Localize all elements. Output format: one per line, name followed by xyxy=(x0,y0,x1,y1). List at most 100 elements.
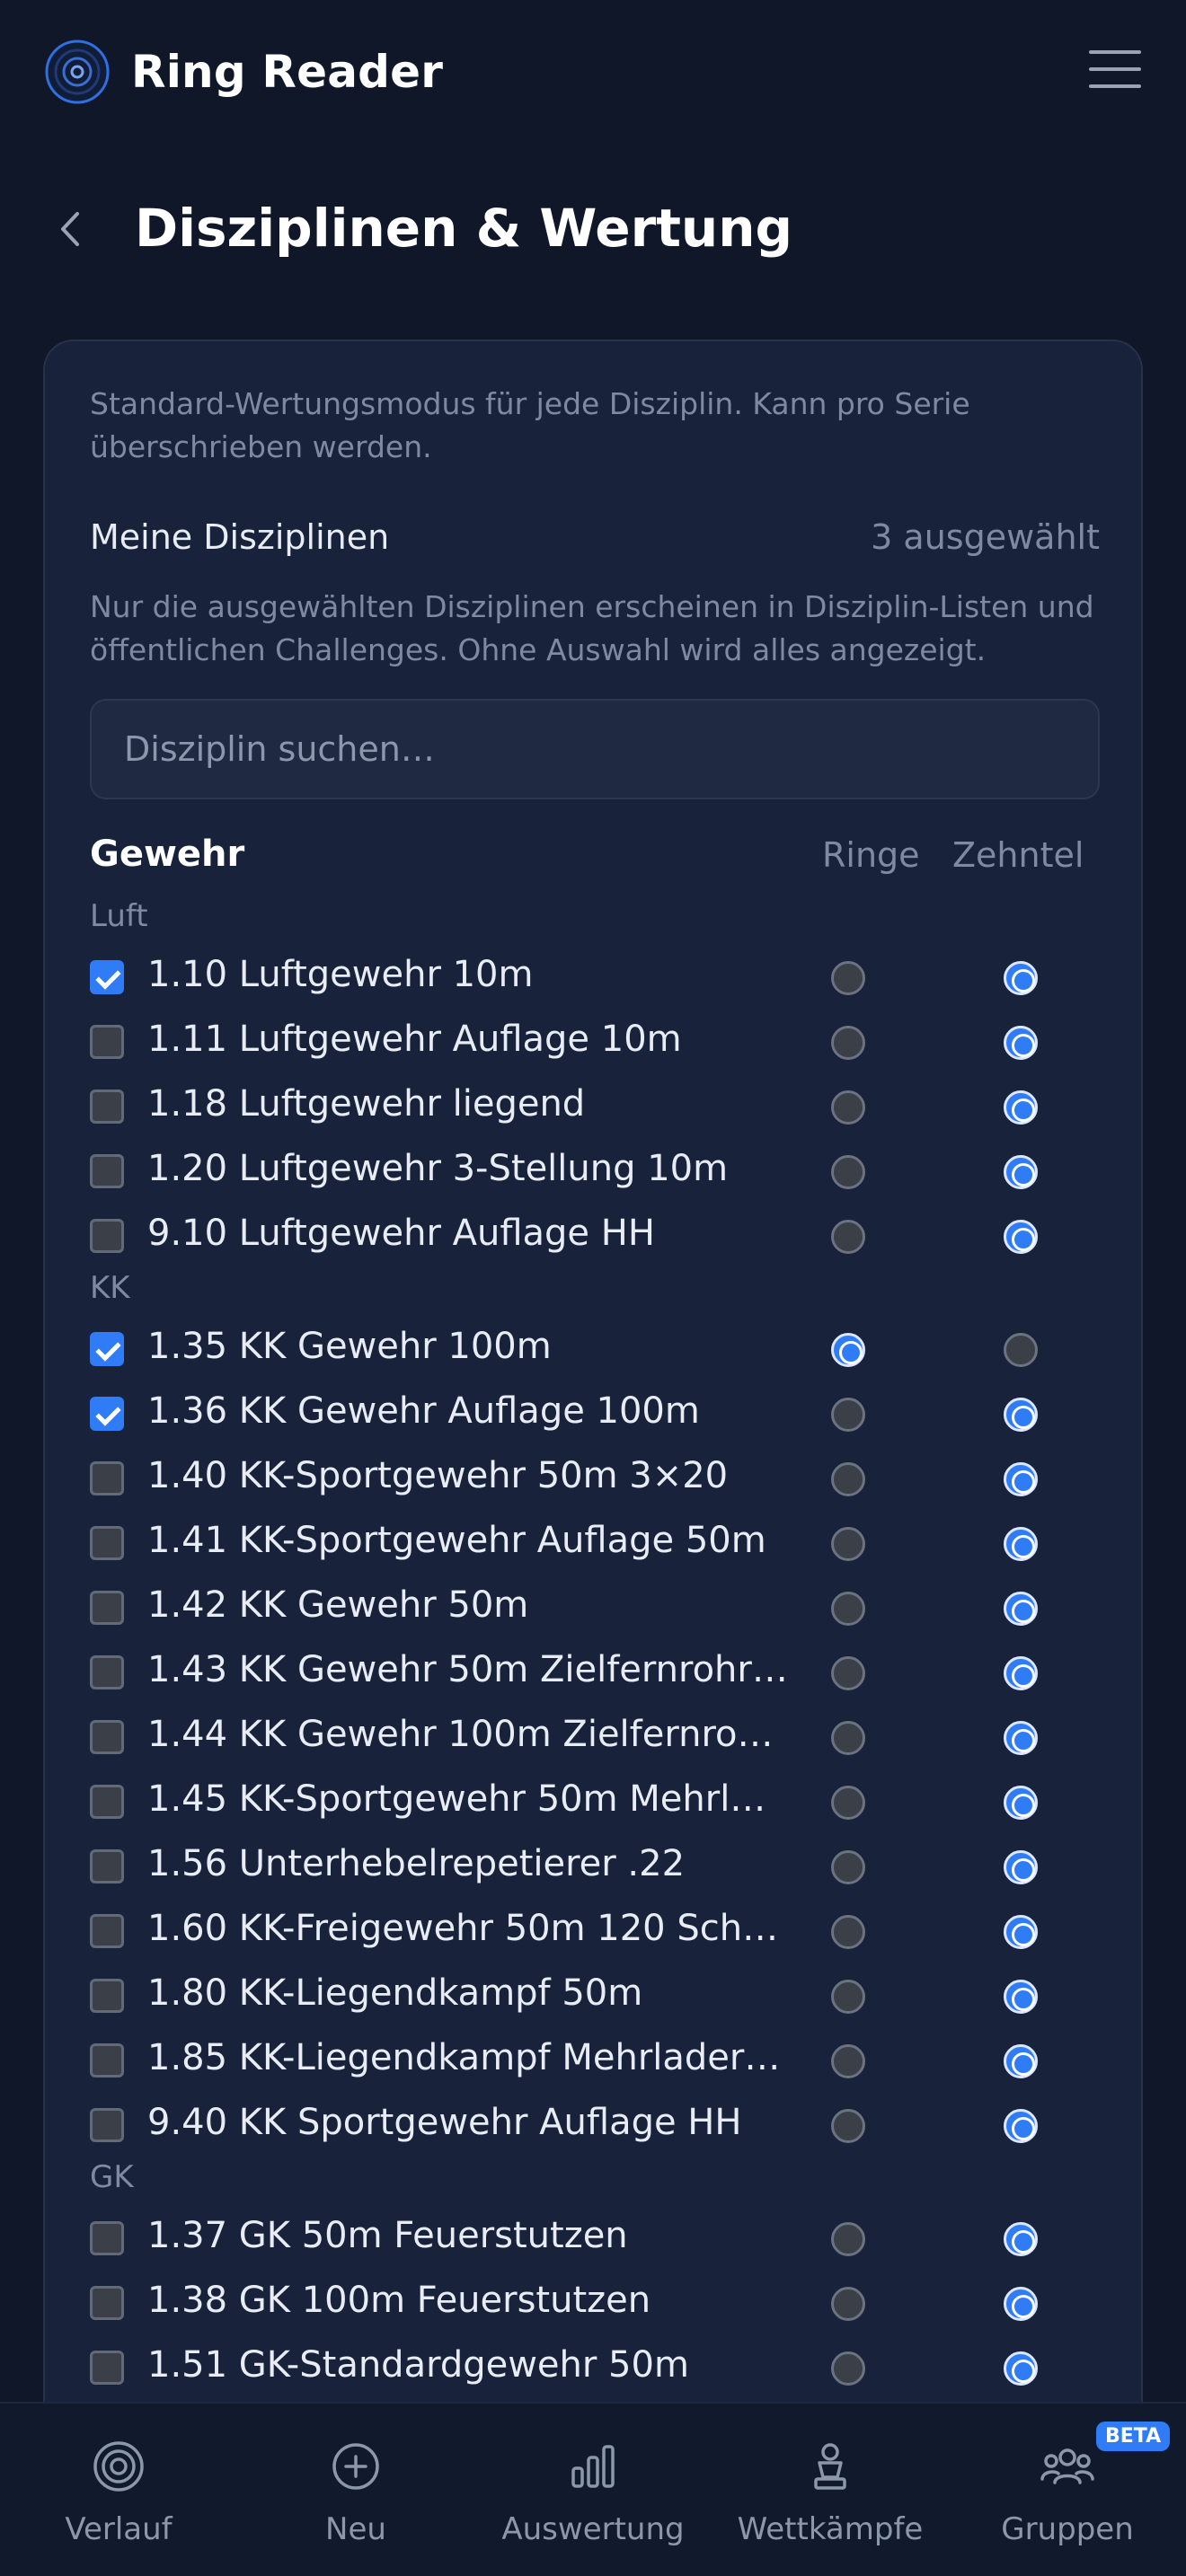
zehntel-radio[interactable] xyxy=(1004,1980,1038,2014)
nav-item-wettkaempfe[interactable]: Wettkämpfe xyxy=(712,2404,949,2576)
discipline-label[interactable]: 1.80 KK-Liegendkampf 50m xyxy=(147,1972,812,2014)
discipline-checkbox[interactable] xyxy=(90,1720,124,1754)
ringe-radio[interactable] xyxy=(831,2351,865,2386)
zehntel-radio[interactable] xyxy=(1004,1915,1038,1949)
zehntel-radio[interactable] xyxy=(1004,2287,1038,2321)
discipline-checkbox[interactable] xyxy=(90,1785,124,1819)
ringe-radio[interactable] xyxy=(831,2222,865,2256)
zehntel-radio[interactable] xyxy=(1004,1850,1038,1884)
nav-item-auswertung[interactable]: Auswertung xyxy=(474,2404,712,2576)
discipline-checkbox[interactable] xyxy=(90,1655,124,1689)
ringe-radio[interactable] xyxy=(831,1915,865,1949)
ringe-radio[interactable] xyxy=(831,1721,865,1755)
nav-item-gruppen[interactable]: BETA Gruppen xyxy=(949,2404,1186,2576)
discipline-checkbox[interactable] xyxy=(90,2351,124,2385)
discipline-label[interactable]: 1.41 KK-Sportgewehr Auflage 50m xyxy=(147,1520,812,1561)
nav-item-verlauf[interactable]: Verlauf xyxy=(0,2404,237,2576)
discipline-checkbox[interactable] xyxy=(90,1914,124,1948)
discipline-label[interactable]: 1.35 KK Gewehr 100m xyxy=(147,1326,812,1367)
discipline-label[interactable]: 1.43 KK Gewehr 50m Zielfernrohr… xyxy=(147,1649,812,1690)
discipline-checkbox[interactable] xyxy=(90,2043,124,2078)
ringe-radio[interactable] xyxy=(831,1656,865,1690)
discipline-label[interactable]: 1.44 KK Gewehr 100m Zielfernro… xyxy=(147,1714,812,1755)
discipline-label[interactable]: 9.40 KK Sportgewehr Auflage HH xyxy=(147,2102,812,2143)
discipline-label[interactable]: 1.40 KK-Sportgewehr 50m 3×20 xyxy=(147,1455,812,1496)
discipline-checkbox[interactable] xyxy=(90,1154,124,1188)
ringe-radio[interactable] xyxy=(831,2044,865,2078)
zehntel-radio[interactable] xyxy=(1004,1090,1038,1125)
ringe-radio[interactable] xyxy=(831,1462,865,1496)
ringe-radio[interactable] xyxy=(831,1980,865,2014)
my-disciplines-label: Meine Disziplinen xyxy=(90,517,390,557)
zehntel-radio[interactable] xyxy=(1004,1026,1038,1060)
zehntel-radio[interactable] xyxy=(1004,2044,1038,2078)
discipline-checkbox[interactable] xyxy=(90,1461,124,1495)
discipline-row: 1.51 GK-Standardgewehr 50m xyxy=(90,2335,1100,2400)
discipline-checkbox[interactable] xyxy=(90,1526,124,1560)
discipline-checkbox[interactable] xyxy=(90,1591,124,1625)
discipline-label[interactable]: 1.37 GK 50m Feuerstutzen xyxy=(147,2215,812,2256)
zehntel-radio[interactable] xyxy=(1004,1721,1038,1755)
discipline-row: 1.18 Luftgewehr liegend xyxy=(90,1074,1100,1139)
discipline-row: 1.36 KK Gewehr Auflage 100m xyxy=(90,1381,1100,1446)
discipline-checkbox[interactable] xyxy=(90,1090,124,1124)
discipline-checkbox[interactable] xyxy=(90,2221,124,2255)
discipline-checkbox[interactable] xyxy=(90,1849,124,1883)
zehntel-radio[interactable] xyxy=(1004,2109,1038,2143)
ringe-radio[interactable] xyxy=(831,1090,865,1125)
zehntel-radio[interactable] xyxy=(1004,2351,1038,2386)
discipline-checkbox[interactable] xyxy=(90,2108,124,2142)
zehntel-radio[interactable] xyxy=(1004,2222,1038,2256)
ringe-radio[interactable] xyxy=(831,1850,865,1884)
ringe-radio[interactable] xyxy=(831,961,865,995)
discipline-label[interactable]: 1.10 Luftgewehr 10m xyxy=(147,954,812,995)
zehntel-radio[interactable] xyxy=(1004,1462,1038,1496)
discipline-row: 1.37 GK 50m Feuerstutzen xyxy=(90,2206,1100,2271)
discipline-label[interactable]: 1.11 Luftgewehr Auflage 10m xyxy=(147,1019,812,1060)
discipline-search-input[interactable] xyxy=(90,699,1100,799)
zehntel-radio[interactable] xyxy=(1004,1398,1038,1432)
ringe-radio[interactable] xyxy=(831,1026,865,1060)
discipline-checkbox[interactable] xyxy=(90,2286,124,2320)
zehntel-radio[interactable] xyxy=(1004,1220,1038,1254)
ringe-radio[interactable] xyxy=(831,1220,865,1254)
zehntel-radio[interactable] xyxy=(1004,1592,1038,1626)
ringe-radio[interactable] xyxy=(831,1786,865,1820)
zehntel-radio[interactable] xyxy=(1004,1155,1038,1189)
hamburger-menu-icon[interactable] xyxy=(1089,47,1141,92)
discipline-label[interactable]: 1.36 KK Gewehr Auflage 100m xyxy=(147,1390,812,1432)
back-chevron-icon[interactable] xyxy=(52,207,88,251)
ringe-radio[interactable] xyxy=(831,1333,865,1367)
discipline-checkbox[interactable] xyxy=(90,1219,124,1253)
group-label: Luft xyxy=(90,898,148,934)
ringe-radio[interactable] xyxy=(831,1527,865,1561)
discipline-label[interactable]: 1.20 Luftgewehr 3-Stellung 10m xyxy=(147,1148,812,1189)
discipline-label[interactable]: 1.38 GK 100m Feuerstutzen xyxy=(147,2280,812,2321)
discipline-label[interactable]: 1.51 GK-Standardgewehr 50m xyxy=(147,2344,812,2386)
ringe-radio[interactable] xyxy=(831,1592,865,1626)
discipline-label[interactable]: 9.10 Luftgewehr Auflage HH xyxy=(147,1213,812,1254)
ringe-radio[interactable] xyxy=(831,1155,865,1189)
discipline-label[interactable]: 1.18 Luftgewehr liegend xyxy=(147,1083,812,1125)
ringe-radio[interactable] xyxy=(831,1398,865,1432)
nav-item-neu[interactable]: Neu xyxy=(237,2404,474,2576)
zehntel-radio[interactable] xyxy=(1004,1656,1038,1690)
ringe-radio[interactable] xyxy=(831,2287,865,2321)
app-title: Ring Reader xyxy=(131,46,444,98)
discipline-checkbox[interactable] xyxy=(90,1397,124,1431)
discipline-label[interactable]: 1.85 KK-Liegendkampf Mehrlader… xyxy=(147,2037,812,2078)
zehntel-radio[interactable] xyxy=(1004,961,1038,995)
discipline-label[interactable]: 1.42 KK Gewehr 50m xyxy=(147,1584,812,1626)
ringe-radio[interactable] xyxy=(831,2109,865,2143)
discipline-checkbox[interactable] xyxy=(90,1025,124,1059)
zehntel-radio[interactable] xyxy=(1004,1786,1038,1820)
zehntel-radio[interactable] xyxy=(1004,1333,1038,1367)
discipline-checkbox[interactable] xyxy=(90,1979,124,2013)
discipline-label[interactable]: 1.56 Unterhebelrepetierer .22 xyxy=(147,1843,812,1884)
zehntel-radio[interactable] xyxy=(1004,1527,1038,1561)
discipline-checkbox[interactable] xyxy=(90,1332,124,1366)
column-header-ringe: Ringe xyxy=(822,835,920,875)
discipline-checkbox[interactable] xyxy=(90,960,124,994)
discipline-label[interactable]: 1.60 KK-Freigewehr 50m 120 Sch… xyxy=(147,1908,812,1949)
discipline-label[interactable]: 1.45 KK-Sportgewehr 50m Mehrl… xyxy=(147,1778,812,1820)
